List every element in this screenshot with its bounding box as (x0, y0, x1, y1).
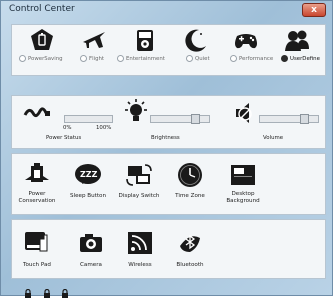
mode-option-flight[interactable]: Flight (80, 55, 104, 62)
volume-slider-thumb[interactable] (300, 114, 309, 124)
brightness-slider[interactable] (150, 114, 210, 124)
devices-panel (11, 219, 326, 279)
power-status-label: Power Status (46, 135, 82, 141)
power-saving-icon[interactable] (28, 27, 56, 53)
device-label-bluetooth: Bluetooth (176, 262, 204, 268)
touchpad-icon[interactable] (23, 229, 51, 255)
mode-option-entertainment[interactable]: Entertainment (117, 55, 165, 62)
users-icon[interactable] (283, 27, 311, 53)
mode-option-userdefine[interactable]: UserDefine (281, 55, 320, 62)
camera-icon[interactable] (77, 230, 105, 256)
radio-performance[interactable] (230, 55, 237, 62)
entertainment-icon[interactable] (131, 27, 159, 53)
title-bar: Control Center x (1, 1, 332, 20)
radio-entertainment[interactable] (117, 55, 124, 62)
brightness-slider-thumb[interactable] (191, 114, 200, 124)
brightness-bulb-icon[interactable] (122, 99, 150, 125)
close-button[interactable]: x (302, 3, 326, 17)
device-label-camera: Camera (80, 262, 102, 268)
airplane-icon[interactable] (80, 27, 108, 53)
device-label-touch-pad: Touch Pad (23, 262, 51, 268)
modes-panel (11, 24, 326, 76)
speaker-muted-icon[interactable] (232, 100, 260, 126)
volume-label: Volume (263, 135, 284, 141)
tool-label-sleep-button: Sleep Button (69, 193, 107, 199)
lock-icon (60, 284, 70, 298)
lock-icon (42, 284, 52, 298)
power-conservation-icon[interactable] (23, 160, 51, 186)
radio-quiet[interactable] (186, 55, 193, 62)
mode-option-powersaving[interactable]: PowerSaving (19, 55, 63, 62)
control-center-window: Control Center x PowerSaving Flight Ente… (0, 0, 333, 298)
power-min-label: 0% (63, 125, 72, 131)
display-switch-icon[interactable] (125, 162, 153, 188)
tool-label-display-switch: Display Switch (118, 193, 160, 199)
tools-panel (11, 153, 326, 215)
clock-icon[interactable] (176, 162, 204, 188)
bluetooth-icon[interactable] (176, 230, 204, 256)
radio-powersaving[interactable] (19, 55, 26, 62)
window-title: Control Center (9, 4, 75, 14)
tool-label-time-zone: Time Zone (175, 193, 205, 199)
desktop-background-icon[interactable] (229, 162, 257, 188)
volume-slider[interactable] (259, 114, 319, 124)
tool-label-desktop-background: Desktop Background (226, 191, 260, 204)
mode-option-performance[interactable]: Performance (230, 55, 273, 62)
mode-option-quiet[interactable]: Quiet (186, 55, 210, 62)
gamepad-icon[interactable] (232, 27, 260, 53)
tool-label-power-conservation: Power Conservation (18, 191, 56, 204)
brightness-label: Brightness (151, 135, 180, 141)
radio-flight[interactable] (80, 55, 87, 62)
lock-icon (23, 284, 33, 298)
power-max-label: 100% (96, 125, 112, 131)
radio-userdefine[interactable] (281, 55, 288, 62)
svg-text:ZZZ: ZZZ (80, 170, 98, 179)
device-label-wireless: Wireless (128, 262, 152, 268)
sleep-zzz-icon[interactable]: ZZZ (74, 162, 102, 188)
moon-icon[interactable] (181, 27, 209, 53)
power-plug-icon (23, 103, 53, 125)
wireless-icon[interactable] (126, 230, 154, 256)
power-status-bar (64, 115, 113, 123)
